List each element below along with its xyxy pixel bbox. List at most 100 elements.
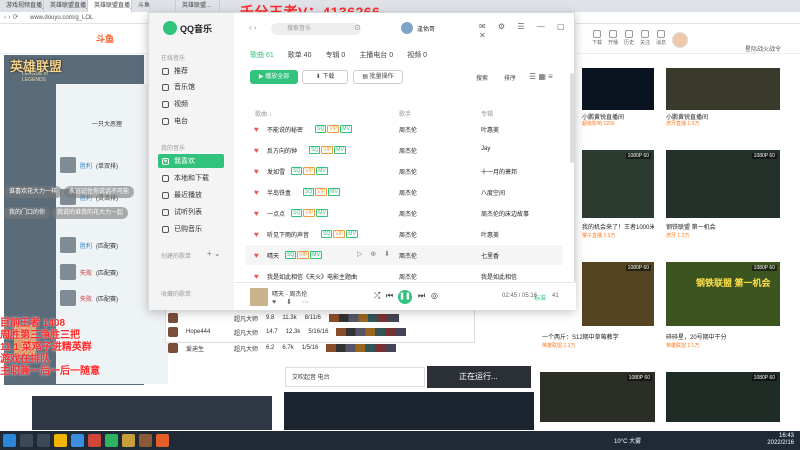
avatar[interactable] [672,32,688,48]
stream-thumbnail[interactable] [582,68,654,110]
sidebar-item-trial[interactable]: 试听列表 [158,205,224,219]
table-row[interactable]: 超凡大师 9.8 11.3k 8/11/6 [168,312,468,324]
douyu-icon[interactable] [156,434,169,447]
match-row[interactable]: 胜利 (单双排) [60,155,150,175]
batch-button[interactable]: ▤ 批量操作 [353,70,403,84]
sidebar-item-video[interactable]: 视频 [158,97,224,111]
heart-icon[interactable]: ♥ [254,251,259,260]
stream-title[interactable]: 我的机会来了！王者1000米... [582,222,654,231]
scrollbar[interactable] [570,73,574,163]
sidebar-item-radio[interactable]: 电台 [158,114,224,128]
stream-thumbnail[interactable]: 1080P 60 [582,150,654,218]
stream-thumbnail[interactable]: 1080P 60 [582,262,654,326]
next-icon[interactable]: ⏭ [418,291,425,301]
user-name[interactable]: 逢佑哥 [417,24,435,33]
song-row[interactable]: ♥ 一点点 SQ VIP MV 周杰伦 周杰伦的床边故事 [245,203,563,223]
message-icon[interactable]: 消息 [654,30,668,48]
history-icon[interactable]: 历史 [622,30,636,48]
download-icon[interactable]: 下载 [590,30,604,48]
follow-icon[interactable]: 关注 [638,30,652,48]
song-row[interactable]: ♥ 不能说的秘密 SQ VIP MV 周杰伦 叶惠美 [245,119,563,139]
stream-thumbnail[interactable]: 1080P 60 [666,372,780,422]
stream-thumbnail[interactable] [666,68,780,110]
song-row[interactable]: ♥ 发如雪 SQ VIP MV 周杰伦 十一月的萧邦 [245,161,563,181]
heart-icon[interactable]: ♥ [254,230,259,239]
sidebar-item-local[interactable]: 本地和下载 [158,171,224,185]
table-row[interactable]: Hope444 超凡大师 14.7 12.3k 5/16/16 [168,326,468,338]
weather[interactable]: 10°C 大雾 [614,436,641,445]
heart-icon[interactable]: ♥ [254,209,259,218]
album-cover[interactable] [250,288,268,306]
sidebar-item-music-hall[interactable]: 音乐馆 [158,80,224,94]
stream-thumbnail[interactable]: 1080P 60 [666,150,780,218]
stream-title[interactable]: 钢铁联盟 第一机会 [666,222,776,231]
browser-tab[interactable]: 英雄联盟直播_lol [44,0,88,12]
stream-thumbnail[interactable] [284,392,534,430]
douyu-logo[interactable]: 斗鱼 [96,32,132,46]
song-row[interactable]: ♥ 反方向的钟 SQ VIP MV 周杰伦 Jay [245,140,563,160]
heart-icon[interactable]: ♥ [254,272,259,281]
stream-thumbnail[interactable]: 1080P 60 [540,372,655,422]
promo-text[interactable]: 星际战火战令 [745,44,781,53]
heart-icon[interactable]: ♥ [254,188,259,197]
window-controls[interactable]: ✉ ⚙ ☰ — ▢ ✕ [479,22,574,40]
tab-videos[interactable]: 视频 0 [407,50,427,60]
lyrics-icon[interactable]: ◎ [431,291,438,300]
table-row[interactable]: 爱迪生 超凡大师 6.2 6.7k 1/5/16 [168,342,468,354]
like-download-icons[interactable]: ♥ ⬇ ⋯ [272,298,313,306]
stream-thumbnail[interactable]: 1080P 60 钢铁联盟 第一机会 [666,262,780,326]
match-row[interactable]: 胜利 (匹配赛) [60,235,150,255]
sidebar-item-liked[interactable]: ♥ 我喜欢 [158,154,224,168]
add-playlist-icon[interactable]: + ⌄ [207,249,221,258]
playlist-count[interactable]: 41 [552,293,559,299]
view-mode-icon[interactable]: ☰ ▦ ≡ [529,72,553,81]
sidebar-item-purchased[interactable]: 已购音乐 [158,222,224,236]
sort-button[interactable]: 排序 [504,73,516,82]
pause-button[interactable]: ❚❚ [398,290,412,304]
heart-icon[interactable]: ♥ [254,125,259,134]
back-icon[interactable]: ‹ › ⟳ [4,13,18,21]
tab-songs[interactable]: 歌曲 61 [250,50,274,60]
explorer-icon[interactable] [54,434,67,447]
taskview-icon[interactable] [37,434,50,447]
start-icon[interactable] [3,434,16,447]
qqmusic-icon[interactable] [105,434,118,447]
search-icon[interactable] [20,434,33,447]
browser-tab[interactable]: 斗鱼 [132,0,176,12]
browser-icon[interactable] [71,434,84,447]
stream-thumbnail[interactable] [32,396,272,430]
running-status[interactable]: 正在运行... [427,366,531,388]
song-row[interactable]: ♥ 听见下雨的声音 SQ VIP MV 周杰伦 叶惠美 [245,224,563,244]
mini-music-strip[interactable]: 艾吹起音 电台 [285,367,425,387]
search-input[interactable]: 搜索音乐 [271,23,361,35]
stream-title[interactable]: 碎碎星，20号期中干分 [666,332,776,341]
browser-tab[interactable]: 英雄联盟... [176,0,220,12]
tab-radio[interactable]: 主播电台 0 [359,50,393,60]
song-row[interactable]: ♥ 晴天 SQ VIP MV ▷ ⊕ ⬇ ⋯ 周杰伦 七里香 [245,245,563,265]
browser-tab-active[interactable]: 英雄联盟直播_英 [88,0,132,12]
tab-albums[interactable]: 专辑 0 [325,50,345,60]
stream-title[interactable]: 一个两斤：S12期中草莓教学 [542,332,654,341]
match-row[interactable]: 失败 (匹配赛) [60,288,150,308]
quality-badge[interactable]: 标准 [534,293,546,302]
prev-icon[interactable]: ⏮ [386,291,393,301]
lol-icon[interactable] [122,434,135,447]
download-button[interactable]: ⬇ 下载 [302,70,348,84]
tab-playlists[interactable]: 歌单 40 [288,50,312,60]
app-icon[interactable] [139,434,152,447]
heart-icon[interactable]: ♥ [254,167,259,176]
column-header-song[interactable]: 歌曲 ↓ [255,109,272,118]
shuffle-icon[interactable]: ⤮ [374,291,380,301]
chrome-icon[interactable] [88,434,101,447]
heart-icon[interactable]: ♥ [254,146,259,155]
sidebar-item-recommend[interactable]: 推荐 [158,64,224,78]
song-row[interactable]: ♥ 半岛铁盒 SQ VIP MV 周杰伦 八度空间 [245,182,563,202]
broadcast-icon[interactable]: 开播 [606,30,620,48]
play-all-button[interactable]: ▶ 播放全部 [250,70,298,84]
browser-tab[interactable]: 游戏视频直播_英 [0,0,44,12]
clock[interactable]: 16:43 2022/2/16 [767,433,794,447]
now-playing-title[interactable]: 晴天 - 周杰伦 [272,289,307,298]
user-avatar[interactable] [401,22,413,34]
search-list-button[interactable]: 搜索 [476,73,488,82]
voice-search-icon[interactable]: ⊙ [354,23,361,32]
